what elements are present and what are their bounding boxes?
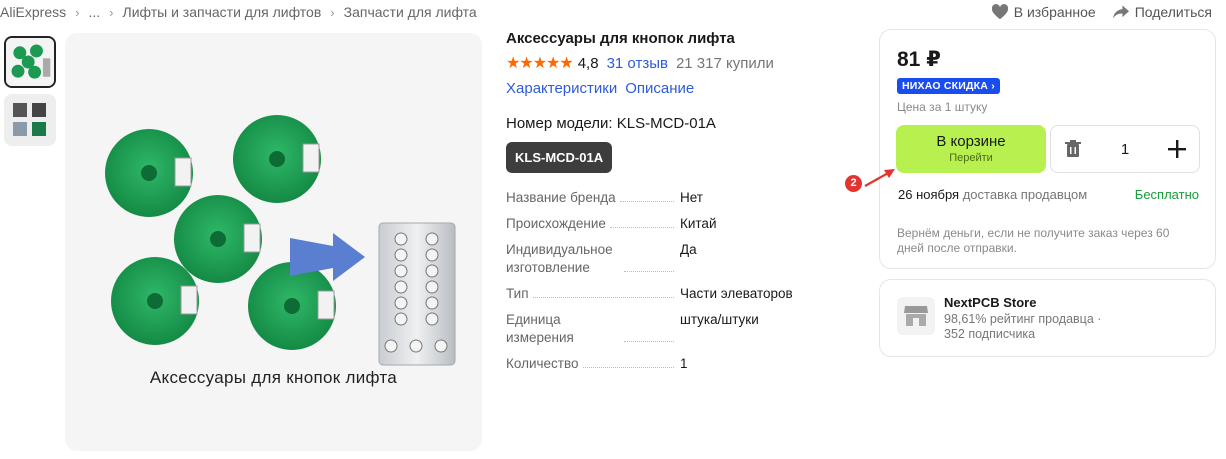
breadcrumb-item-aliexpress[interactable]: AliExpress (0, 4, 66, 20)
plus-icon[interactable] (1167, 139, 1187, 159)
spec-key: Индивидуальное изготовление (506, 242, 613, 275)
spec-row: Единица измерения штука/штуки (506, 311, 866, 347)
thumbnail-image (6, 38, 54, 86)
breadcrumb-separator: › (109, 4, 114, 20)
favorites-button[interactable]: В избранное (991, 4, 1096, 20)
top-actions: В избранное Поделиться (991, 4, 1212, 20)
favorites-label: В избранное (1013, 4, 1096, 20)
sold-count: 21 317 купили (675, 54, 774, 72)
breadcrumb-separator: › (330, 4, 335, 20)
spec-row: Название бренда Нет (506, 189, 866, 207)
main-product-image[interactable]: Аксессуары для кнопок лифта (65, 33, 482, 451)
spec-value: Нет (680, 190, 703, 205)
product-title: Аксессуары для кнопок лифта (506, 30, 735, 47)
store-icon (897, 297, 935, 335)
description-link[interactable]: Описание (625, 80, 694, 97)
spec-row: Количество 1 (506, 355, 866, 373)
trash-icon[interactable] (1063, 139, 1083, 159)
breadcrumb-item-ellipsis[interactable]: ... (88, 4, 100, 20)
thumbnail-2[interactable] (4, 94, 56, 146)
image-caption: Аксессуары для кнопок лифта (149, 368, 398, 387)
characteristics-link[interactable]: Характеристики (506, 80, 617, 97)
delivery-method: доставка продавцом (962, 187, 1088, 202)
spec-key: Единица измерения (506, 312, 574, 345)
quantity-value: 1 (1120, 140, 1130, 158)
heart-icon (991, 4, 1008, 20)
rating-value: 4,8 (577, 54, 599, 72)
section-links: Характеристики Описание (506, 80, 866, 97)
rating-row: ★★★★★ 4,8 31 отзыв 21 317 купили (506, 53, 866, 73)
price: 81 ₽ (897, 48, 941, 71)
spec-value: Части элеваторов (680, 286, 793, 301)
quantity-stepper: 1 (1050, 125, 1200, 173)
refund-note: Вернём деньги, если не получите заказ че… (897, 226, 1170, 255)
delivery-date: 26 ноября (898, 187, 960, 202)
product-info: Аксессуары для кнопок лифта ★★★★★ 4,8 31… (506, 30, 866, 381)
star-rating-icon: ★★★★★ (506, 55, 574, 72)
reviews-link[interactable]: 31 отзыв (607, 55, 668, 72)
thumbnail-1[interactable] (4, 36, 56, 88)
share-icon (1112, 5, 1129, 19)
spec-key: Количество (506, 356, 579, 371)
go-to-cart-label: Перейти (949, 152, 993, 164)
model-number: Номер модели: KLS-MCD-01A (506, 115, 716, 132)
spec-list: Название бренда Нет Происхождение Китай … (506, 189, 866, 373)
delivery-info: 26 ноября доставка продавцом (898, 187, 1087, 202)
breadcrumb-separator: › (75, 4, 80, 20)
breadcrumb: AliExpress › ... › Лифты и запчасти для … (0, 4, 477, 20)
spec-key: Происхождение (506, 216, 606, 231)
spec-row: Тип Части элеваторов (506, 285, 866, 303)
in-cart-label: В корзине (936, 133, 1006, 150)
store-name[interactable]: NextPCB Store (944, 295, 1036, 310)
annotation-arrow-icon (864, 169, 895, 187)
unit-price: Цена за 1 штуку (897, 100, 988, 114)
share-button[interactable]: Поделиться (1112, 4, 1212, 20)
spec-value: 1 (680, 356, 688, 371)
spec-row: Индивидуальное изготовление Да (506, 241, 866, 277)
store-subscribers: 352 подписчика (944, 327, 1036, 341)
spec-key: Название бренда (506, 190, 616, 205)
spec-value: Китай (680, 216, 717, 231)
breadcrumb-item-elevators[interactable]: Лифты и запчасти для лифтов (123, 4, 322, 20)
store-rating: 98,61% рейтинг продавца · (944, 312, 1102, 326)
model-option-chip[interactable]: KLS-MCD-01A (506, 142, 613, 173)
store-card[interactable]: NextPCB Store 98,61% рейтинг продавца · … (879, 279, 1216, 357)
delivery-cost: Бесплатно (1134, 187, 1199, 202)
spec-key: Тип (506, 286, 529, 301)
buy-card: 81 ₽ НИХАО СКИДКА › Цена за 1 штуку В ко… (879, 29, 1216, 269)
in-cart-button[interactable]: В корзине Перейти (896, 125, 1046, 173)
thumbnail-image (4, 94, 56, 146)
spec-value: штука/штуки (680, 312, 759, 327)
annotation-badge: 2 (845, 175, 862, 192)
spec-row: Происхождение Китай (506, 215, 866, 233)
breadcrumb-item-elevator-parts[interactable]: Запчасти для лифта (344, 4, 477, 20)
product-photo (105, 115, 456, 366)
share-label: Поделиться (1134, 4, 1212, 20)
promo-badge[interactable]: НИХАО СКИДКА › (897, 78, 1000, 94)
spec-value: Да (680, 242, 697, 257)
